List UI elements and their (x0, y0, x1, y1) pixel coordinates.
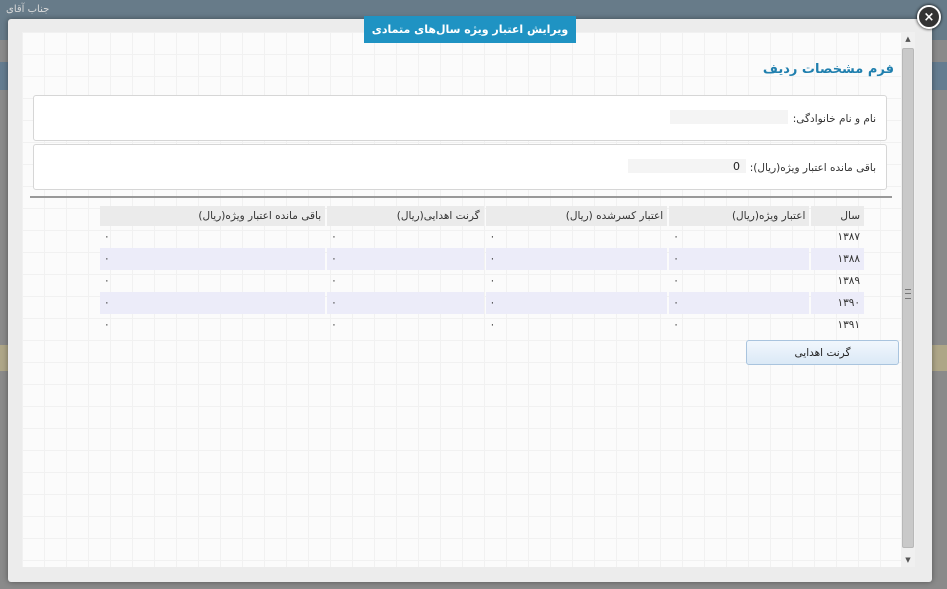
table-row: ۱۳۹۱ ۰ ۰ ۰ ۰ (100, 314, 864, 336)
name-value (670, 110, 788, 124)
cell-special-credit: ۰ (669, 248, 810, 270)
cell-remaining: ۰ (100, 248, 326, 270)
header-remaining: باقی مانده اعتبار ویژه(ریال) (100, 206, 326, 226)
form-title: فرم مشخصات ردیف (762, 62, 894, 77)
vertical-scrollbar[interactable]: ▲ ▼ (901, 32, 915, 567)
cell-year: ۱۳۸۷ (837, 231, 860, 243)
cell-year: ۱۳۸۹ (837, 275, 860, 287)
section-divider (30, 196, 892, 198)
background-greeting: جناب آقای (6, 4, 50, 15)
table-header-row: سال اعتبار ویژه(ریال) اعتبار کسرشده (ریا… (100, 206, 864, 226)
cell-year: ۱۳۸۸ (811, 248, 864, 270)
table-row: ۱۳۸۷ ۰ ۰ ۰ ۰ (100, 226, 864, 248)
remaining-credit-box: باقی مانده اعتبار ویژه(ریال): 0 (33, 144, 887, 190)
header-year: سال (811, 206, 864, 226)
table-row: ۱۳۸۸ ۰ ۰ ۰ ۰ (100, 248, 864, 270)
grant-button[interactable]: گرنت اهدایی (746, 340, 899, 365)
name-label: نام و نام خانوادگی: (792, 113, 876, 125)
header-grant: گرنت اهدایی(ریال) (327, 206, 484, 226)
scrollbar-thumb[interactable] (902, 48, 914, 548)
cell-remaining: ۰ (104, 319, 110, 331)
edit-credit-modal: فرم مشخصات ردیف نام و نام خانوادگی: باقی… (8, 19, 932, 582)
cell-deducted-credit: ۰ (485, 292, 668, 314)
cell-special-credit: ۰ (669, 292, 810, 314)
remaining-credit-label: باقی مانده اعتبار ویژه(ریال): (749, 162, 876, 174)
cell-deducted-credit: ۰ (489, 275, 496, 287)
cell-grant: ۰ (331, 275, 337, 287)
table-row: ۱۳۹۰ ۰ ۰ ۰ ۰ (100, 292, 864, 314)
close-icon[interactable]: × (917, 5, 941, 29)
header-deducted-credit: اعتبار کسرشده (ریال) (485, 206, 668, 226)
cell-deducted-credit: ۰ (485, 248, 668, 270)
cell-grant: ۰ (327, 248, 484, 270)
name-field-box: نام و نام خانوادگی: (33, 95, 887, 141)
credit-table: سال اعتبار ویژه(ریال) اعتبار کسرشده (ریا… (98, 206, 866, 336)
cell-grant: ۰ (331, 319, 337, 331)
cell-year: ۱۳۹۱ (837, 319, 860, 331)
cell-remaining: ۰ (100, 292, 326, 314)
cell-deducted-credit: ۰ (489, 319, 496, 331)
cell-grant: ۰ (331, 231, 337, 243)
cell-remaining: ۰ (104, 231, 110, 243)
table-row: ۱۳۸۹ ۰ ۰ ۰ ۰ (100, 270, 864, 292)
modal-content: فرم مشخصات ردیف نام و نام خانوادگی: باقی… (22, 32, 908, 567)
cell-deducted-credit: ۰ (489, 231, 496, 243)
scroll-grip-icon (905, 289, 911, 299)
header-special-credit: اعتبار ویژه(ریال) (669, 206, 810, 226)
remaining-credit-value: 0 (628, 159, 746, 173)
cell-remaining: ۰ (104, 275, 110, 287)
modal-title: ویرایش اعتبار ویژه سال‌های متمادی (364, 16, 576, 43)
cell-special-credit: ۰ (673, 275, 679, 287)
scroll-down-icon[interactable]: ▼ (901, 553, 915, 567)
cell-grant: ۰ (327, 292, 484, 314)
cell-special-credit: ۰ (673, 319, 679, 331)
cell-special-credit: ۰ (673, 231, 679, 243)
cell-year: ۱۳۹۰ (811, 292, 864, 314)
scroll-up-icon[interactable]: ▲ (901, 32, 915, 46)
